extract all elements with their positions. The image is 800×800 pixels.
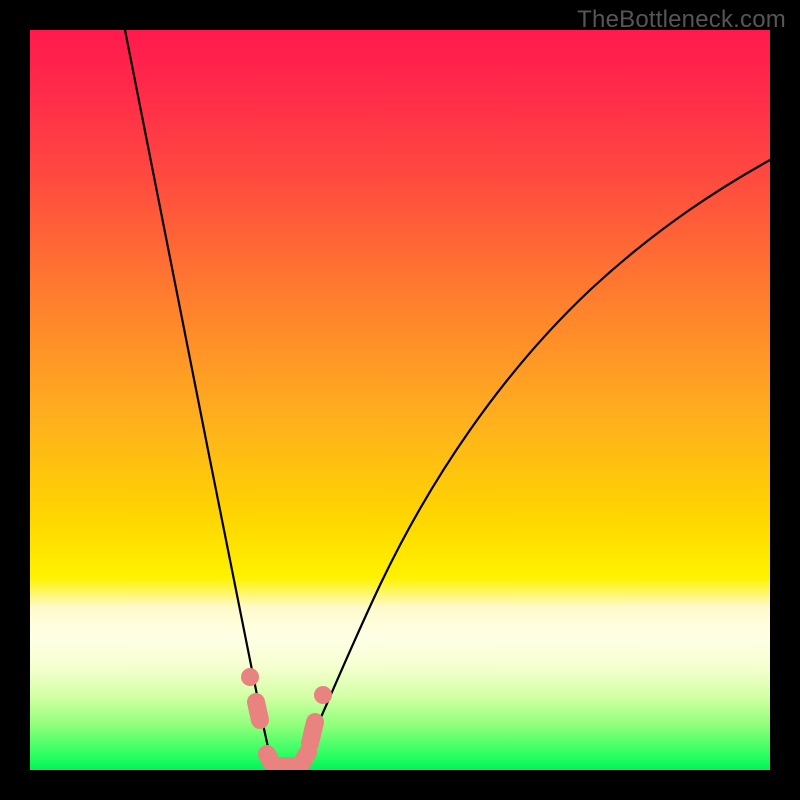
bottleneck-curve xyxy=(125,30,770,768)
curve-left-branch xyxy=(125,30,273,766)
plot-area xyxy=(30,30,770,770)
chart-frame: TheBottleneck.com xyxy=(0,0,800,800)
data-point-cluster xyxy=(241,668,332,766)
watermark-label: TheBottleneck.com xyxy=(577,6,786,34)
curve-right-branch xyxy=(298,160,770,766)
data-point xyxy=(314,686,332,704)
curve-layer xyxy=(30,30,770,770)
data-point-segment xyxy=(310,722,315,743)
data-point-segment xyxy=(267,754,271,762)
data-point-segment xyxy=(256,702,260,720)
data-point xyxy=(241,668,259,686)
data-point-segment xyxy=(300,752,308,766)
